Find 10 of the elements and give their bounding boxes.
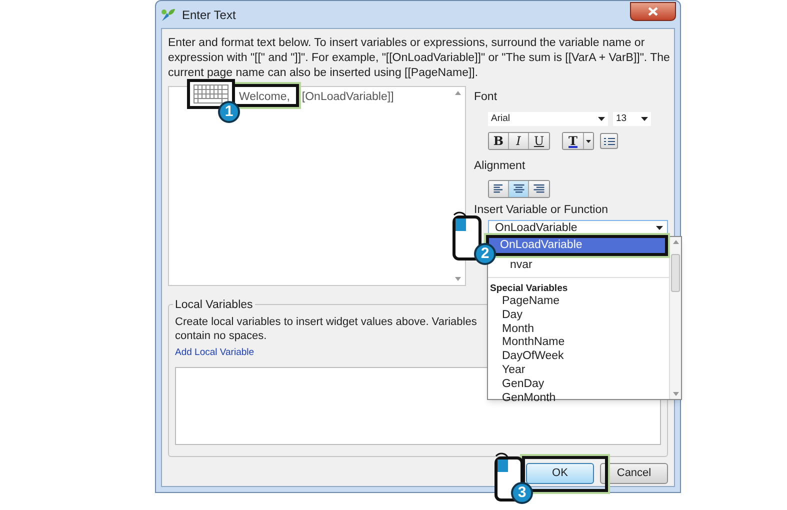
group-heading: Special Variables <box>489 283 569 295</box>
alignment-label: Alignment <box>474 159 526 174</box>
description-text: contain no spaces. <box>175 329 267 343</box>
insert-variable-label: Insert Variable or Function <box>474 202 610 218</box>
editor-text: Welcome, <box>239 91 290 104</box>
instructions-text: Enter and format text below. To insert variables or expressions, surround the variable name or expression with "[[" and "]]". For example, "[[OnLoadVariable]]" or "The sum is [[VarA + VarB]]". The current page name can also be inserted using [[PageName]]. <box>168 36 671 81</box>
editor-text: [OnLoadVariable]] <box>302 91 394 104</box>
window-title: Enter Text <box>182 6 236 24</box>
description-text: Create local variables to insert widget values above. Variables <box>175 315 477 329</box>
font-label: Font <box>474 90 498 105</box>
